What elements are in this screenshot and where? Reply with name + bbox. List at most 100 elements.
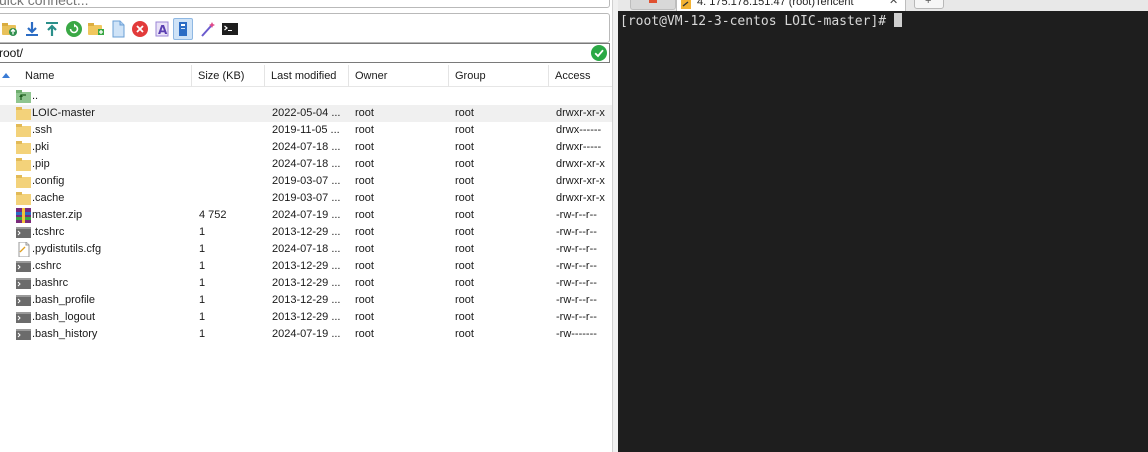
file-name: .bash_history [32, 328, 98, 340]
rename-icon[interactable]: A [153, 20, 171, 38]
file-modified: 2022-05-04 ... [272, 107, 341, 119]
file-name: .bashrc [32, 277, 69, 289]
new-tab-button[interactable]: + [914, 0, 944, 9]
file-row[interactable]: .config 2019-03-07 ... root root drwxr-xr-x [0, 173, 612, 190]
session-icon [681, 0, 691, 9]
upload-folder-icon[interactable] [1, 20, 19, 38]
shell-prompt: [root@VM-12-3-centos LOIC-master]# [620, 14, 894, 29]
file-row[interactable]: .pki 2024-07-18 ... root root drwxr----- [0, 139, 612, 156]
file-row[interactable]: .pip 2024-07-18 ... root root drwxr-xr-x [0, 156, 612, 173]
file-name: LOIC-master [32, 107, 95, 119]
folder-icon [16, 157, 32, 172]
file-row[interactable]: LOIC-master 2022-05-04 ... root root drwxr-x… [0, 105, 612, 122]
file-owner: root [355, 277, 374, 289]
terminal-prompt-line: [root@VM-12-3-centos LOIC-master]# [620, 13, 902, 29]
file-size: 1 [199, 328, 206, 340]
file-owner: root [355, 328, 374, 340]
path-input[interactable]: root/ [0, 46, 23, 60]
file-name: .pydistutils.cfg [32, 243, 102, 255]
file-modified: 2013-12-29 ... [272, 311, 341, 323]
file-name: .bash_profile [32, 294, 95, 306]
file-group: root [455, 311, 474, 323]
confirm-path-icon[interactable] [591, 45, 607, 61]
file-name: .pki [32, 141, 50, 153]
file-row[interactable]: .pydistutils.cfg 1 2024-07-18 ... root root -… [0, 241, 612, 258]
terminal-tab-active[interactable]: 4. 175.178.151.47 (root)Tencent ✕ [676, 0, 906, 11]
upload-icon[interactable] [43, 20, 61, 38]
file-group: root [455, 158, 474, 170]
file-name: .tcshrc [32, 226, 65, 238]
file-access: -rw-r--r-- [556, 260, 597, 272]
file-owner: root [355, 294, 374, 306]
file-access: drwx------ [556, 124, 602, 136]
file-group: root [455, 294, 474, 306]
column-group[interactable]: Group [449, 65, 549, 87]
folder-icon [16, 106, 32, 121]
file-list-header: Name Size (KB) Last modified Owner Group… [0, 65, 612, 87]
file-modified: 2024-07-19 ... [272, 328, 341, 340]
file-group: root [455, 277, 474, 289]
file-name: .config [32, 175, 65, 187]
folder-icon [16, 174, 32, 189]
file-modified: 2019-03-07 ... [272, 175, 341, 187]
file-size: 1 [199, 294, 206, 306]
column-name[interactable]: Name [19, 65, 192, 87]
file-row[interactable]: .bash_history 1 2024-07-19 ... root root -rw-… [0, 326, 612, 343]
file-row[interactable]: .tcshrc 1 2013-12-29 ... root root -rw-r--r-- [0, 224, 612, 241]
file-row[interactable]: .cache 2019-03-07 ... root root drwxr-xr-x [0, 190, 612, 207]
file-modified: 2013-12-29 ... [272, 260, 341, 272]
file-group: root [455, 260, 474, 272]
sftp-panel: uick connect... A root/ Name Size (KB) L… [0, 0, 612, 452]
file-size: 1 [199, 243, 206, 255]
file-access: -rw-r--r-- [556, 209, 597, 221]
file-owner: root [355, 158, 374, 170]
terminal-tab-title: 4. 175.178.151.47 (root)Tencent [697, 0, 854, 8]
new-folder-icon[interactable] [87, 20, 105, 38]
file-row[interactable]: .bash_logout 1 2013-12-29 ... root root -rw-r… [0, 309, 612, 326]
refresh-icon[interactable] [65, 20, 83, 38]
settings-wand-icon[interactable] [199, 20, 217, 38]
column-access[interactable]: Access [549, 65, 612, 87]
path-bar[interactable]: root/ [0, 43, 610, 63]
file-access: -rw------- [556, 328, 597, 340]
file-owner: root [355, 243, 374, 255]
sftp-toolbar: A [0, 13, 610, 43]
properties-icon[interactable] [173, 18, 193, 40]
new-file-icon[interactable] [109, 20, 127, 38]
file-access: drwxr-xr-x [556, 158, 605, 170]
file-row[interactable]: .. [0, 88, 612, 105]
file-name: .cshrc [32, 260, 62, 272]
file-owner: root [355, 107, 374, 119]
file-size: 1 [199, 277, 206, 289]
file-name: .cache [32, 192, 65, 204]
file-modified: 2013-12-29 ... [272, 277, 341, 289]
file-modified: 2019-11-05 ... [272, 124, 340, 136]
shell-file-icon [16, 225, 32, 240]
file-row[interactable]: master.zip 4 752 2024-07-19 ... root root -rw… [0, 207, 612, 224]
column-modified[interactable]: Last modified [265, 65, 349, 87]
delete-icon[interactable] [131, 20, 149, 38]
tab-status-icon [649, 0, 657, 3]
file-row[interactable]: .ssh 2019-11-05 ... root root drwx------ [0, 122, 612, 139]
quick-connect-input[interactable]: uick connect... [0, 0, 610, 8]
terminal-icon[interactable] [221, 20, 239, 38]
download-icon[interactable] [23, 20, 41, 38]
file-row[interactable]: .bash_profile 1 2013-12-29 ... root root -rw-… [0, 292, 612, 309]
file-name: .ssh [32, 124, 53, 136]
shell-file-icon [16, 293, 32, 308]
column-owner[interactable]: Owner [349, 65, 449, 87]
sort-ascending-icon[interactable] [2, 73, 10, 78]
parent-dir-icon [16, 89, 32, 104]
shell-file-icon [16, 276, 32, 291]
terminal-output[interactable]: [root@VM-12-3-centos LOIC-master]# [618, 11, 1148, 452]
file-modified: 2024-07-18 ... [272, 158, 341, 170]
file-row[interactable]: .bashrc 1 2013-12-29 ... root root -rw-r--r-- [0, 275, 612, 292]
file-row[interactable]: .cshrc 1 2013-12-29 ... root root -rw-r--r-- [0, 258, 612, 275]
close-tab-icon[interactable]: ✕ [889, 0, 898, 7]
file-name: .. [32, 90, 39, 102]
terminal-tab-previous[interactable] [630, 0, 676, 10]
folder-icon [16, 140, 32, 155]
file-owner: root [355, 175, 374, 187]
file-group: root [455, 124, 474, 136]
column-size[interactable]: Size (KB) [192, 65, 265, 87]
